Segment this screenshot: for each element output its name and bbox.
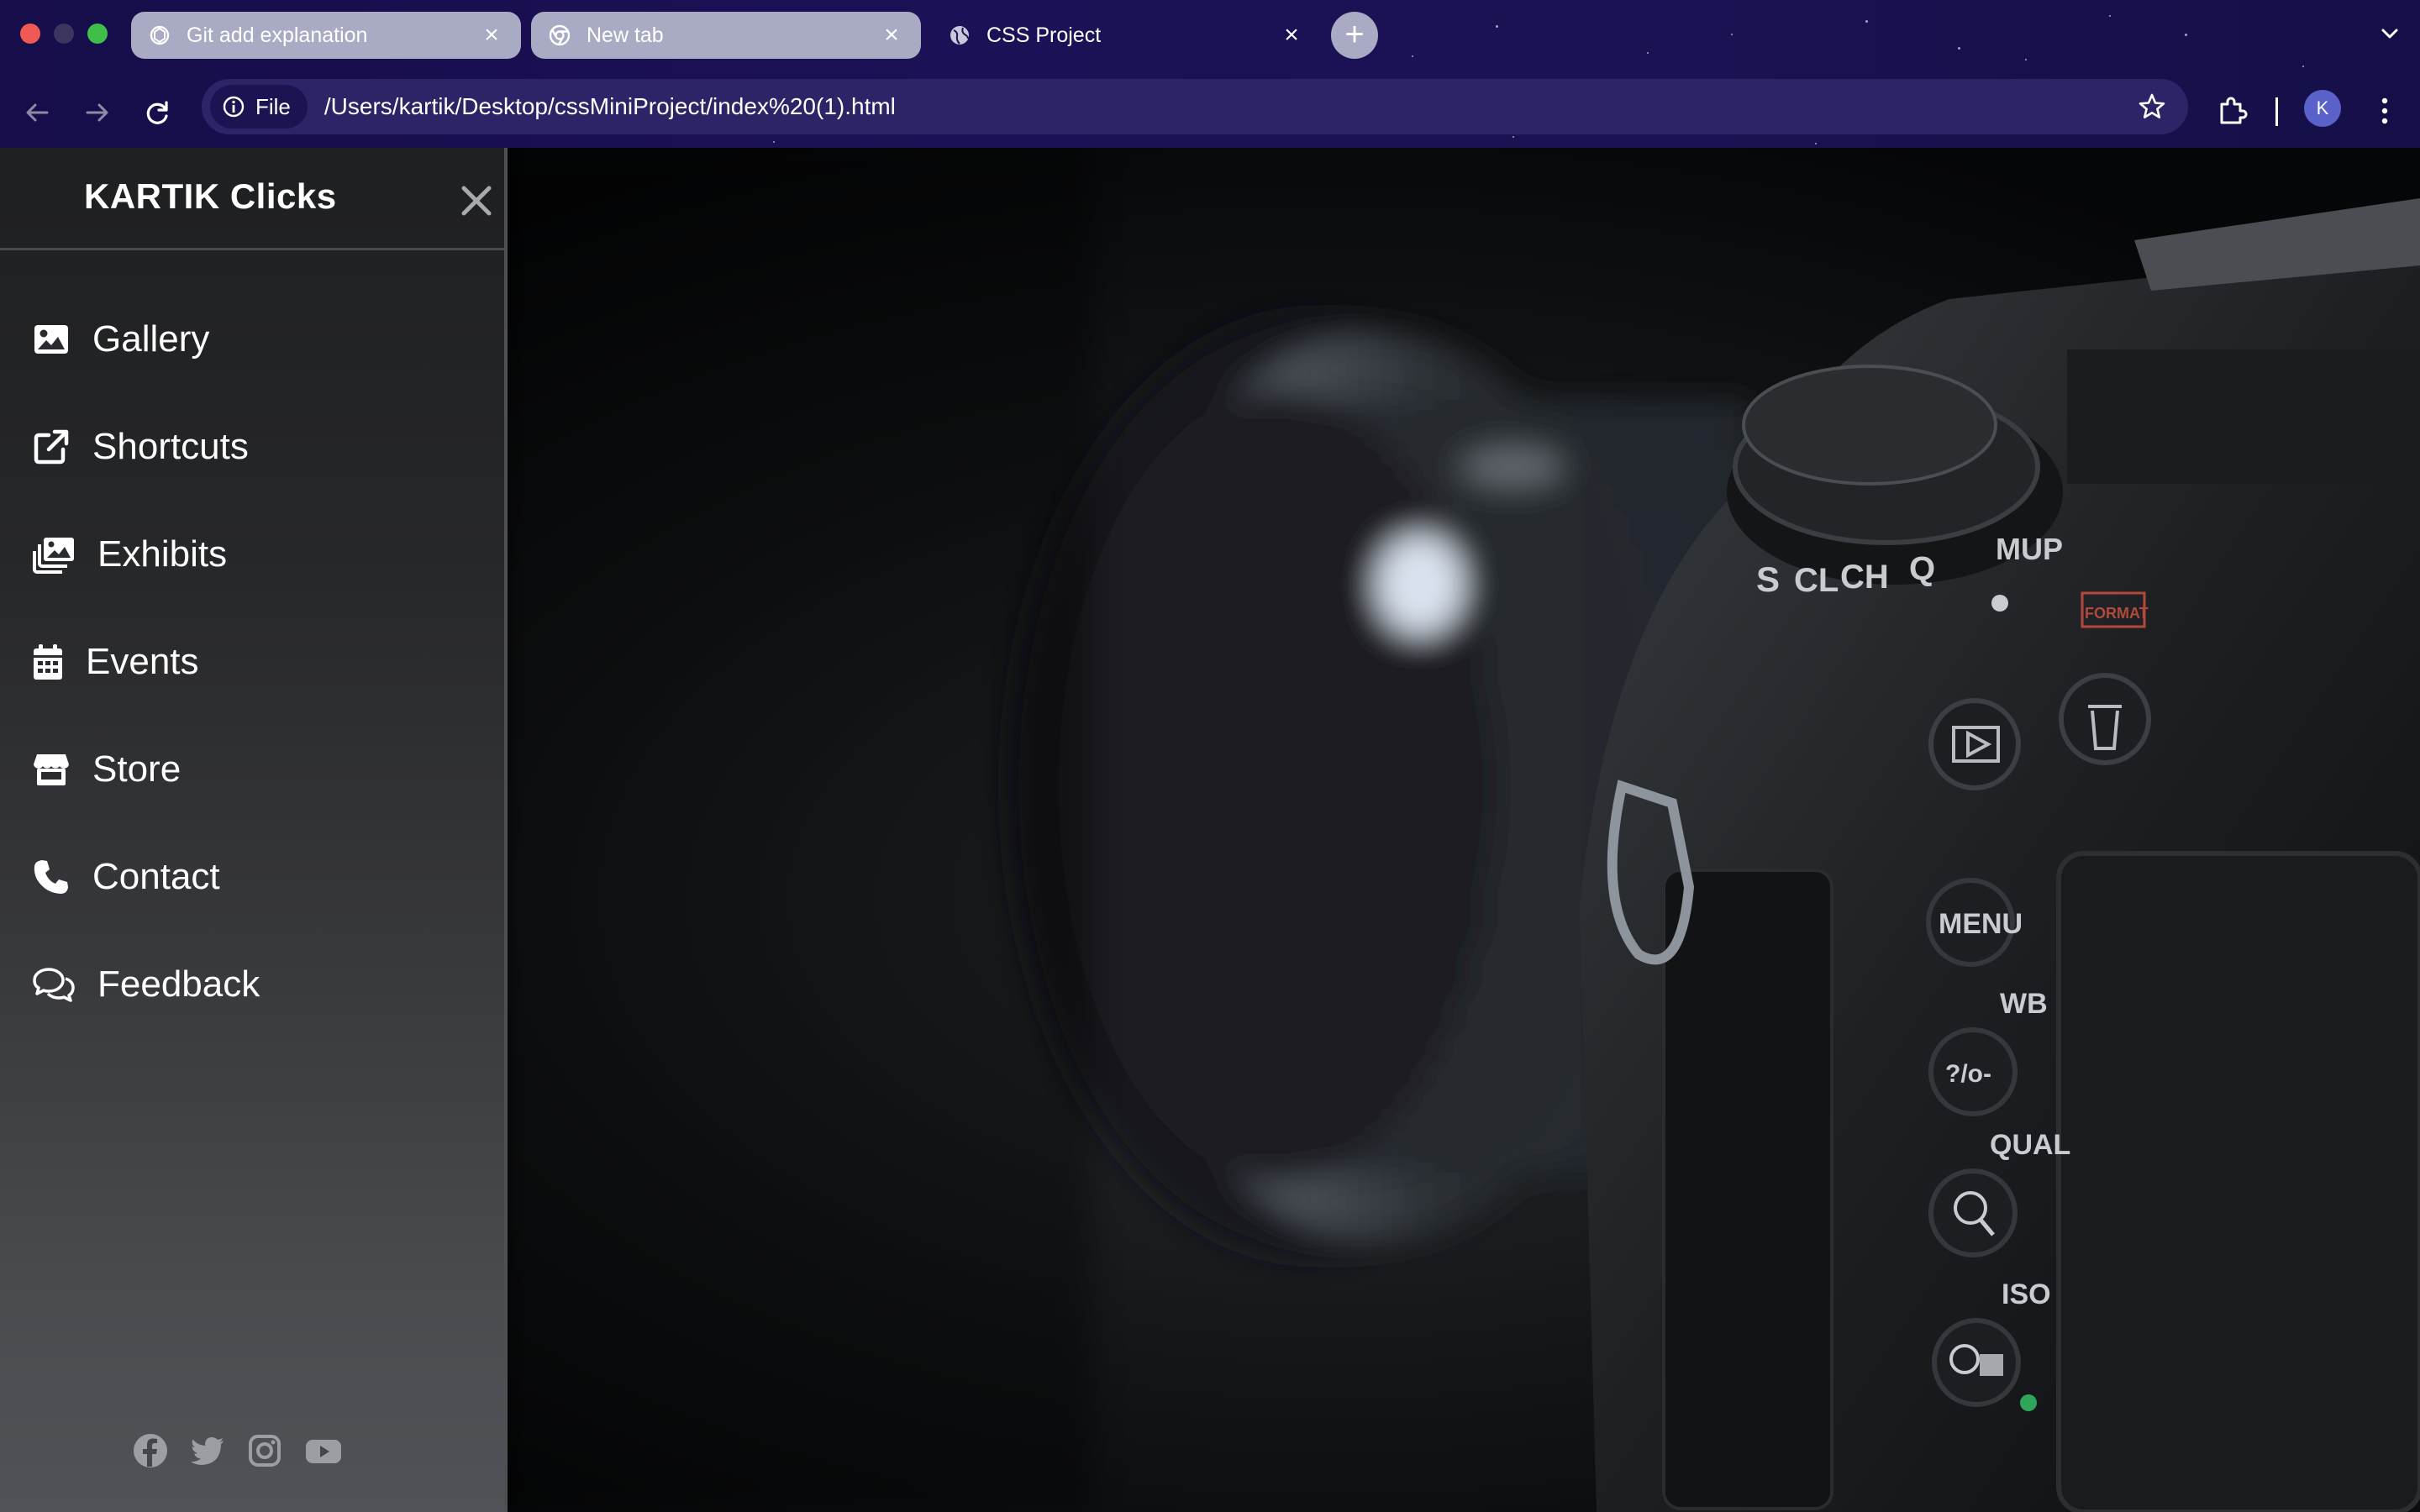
sidebar-item-contact[interactable]: Contact <box>32 852 220 902</box>
toolbar-divider <box>2275 97 2278 126</box>
facebook-icon[interactable] <box>133 1433 168 1468</box>
more-menu-icon[interactable] <box>2366 92 2403 134</box>
image-icon <box>32 320 71 359</box>
sidebar-item-label: Contact <box>92 856 220 897</box>
openai-icon <box>148 24 171 47</box>
sidebar-item-gallery[interactable]: Gallery <box>32 314 209 365</box>
dial-mark: CL <box>1794 562 1839 599</box>
button-label: WB <box>2000 988 2048 1020</box>
dial-mark: CH <box>1840 559 1889 596</box>
tab-close-icon[interactable]: × <box>879 23 904 48</box>
tab-title: New tab <box>587 23 664 47</box>
calendar-icon <box>32 643 64 681</box>
photos-icon <box>32 535 76 574</box>
toolbar: File /Users/kartik/Desktop/cssMiniProjec… <box>0 77 2420 148</box>
store-icon <box>32 750 71 789</box>
sidebar: KARTIK Clicks Gallery Shortcuts Exhibits… <box>0 148 508 1512</box>
site-info-label: File <box>255 93 291 119</box>
twitter-icon[interactable] <box>190 1433 225 1468</box>
info-icon <box>223 96 245 118</box>
sidebar-item-label: Gallery <box>92 318 210 360</box>
window-zoom-button[interactable] <box>87 24 108 44</box>
button-label: ISO <box>2002 1278 2051 1310</box>
button-label: QUAL <box>1990 1129 2070 1161</box>
browser-chrome: Git add explanation × New tab × CSS Proj… <box>0 0 2420 148</box>
tab-close-icon[interactable]: × <box>479 23 504 48</box>
tab-title: Git add explanation <box>187 23 368 47</box>
url-text: /Users/kartik/Desktop/cssMiniProject/ind… <box>324 93 896 119</box>
extensions-icon[interactable] <box>2213 92 2250 134</box>
sidebar-item-store[interactable]: Store <box>32 744 181 795</box>
sidebar-item-events[interactable]: Events <box>32 637 199 687</box>
sidebar-item-label: Events <box>86 641 199 682</box>
sidebar-header: KARTIK Clicks <box>0 148 504 250</box>
sidebar-item-label: Shortcuts <box>92 426 249 467</box>
forward-icon[interactable] <box>77 92 118 133</box>
back-icon[interactable] <box>17 92 57 133</box>
sidebar-item-label: Feedback <box>97 963 260 1005</box>
window-minimize-button[interactable] <box>54 24 74 44</box>
sidebar-item-exhibits[interactable]: Exhibits <box>32 529 227 580</box>
profile-avatar[interactable]: K <box>2304 90 2341 127</box>
close-icon[interactable] <box>459 183 494 218</box>
comments-icon <box>32 965 76 1004</box>
sidebar-item-feedback[interactable]: Feedback <box>32 959 260 1010</box>
tab-close-icon[interactable]: × <box>1279 23 1304 48</box>
window-close-button[interactable] <box>20 24 40 44</box>
address-bar[interactable]: File /Users/kartik/Desktop/cssMiniProjec… <box>202 79 2188 134</box>
dial-mark: MUP <box>1996 532 2063 566</box>
phone-icon <box>32 858 71 896</box>
brand-title: KARTIK Clicks <box>84 176 337 216</box>
youtube-icon[interactable] <box>304 1433 341 1468</box>
button-label: MENU <box>1939 908 2023 940</box>
tab-git-add-explanation[interactable]: Git add explanation × <box>131 12 521 59</box>
dial-mark: Q <box>1909 550 1935 587</box>
tab-new-tab[interactable]: New tab × <box>531 12 921 59</box>
social-links <box>133 1433 341 1468</box>
dial-mark: S <box>1756 559 1780 599</box>
sidebar-item-shortcuts[interactable]: Shortcuts <box>32 422 249 472</box>
webpage: S CL CH Q MUP FORMAT MENU WB ?/o- QUAL I… <box>0 148 2420 1512</box>
external-link-icon <box>32 428 71 466</box>
bookmark-star-icon[interactable] <box>2136 91 2168 123</box>
tab-css-project[interactable]: CSS Project × <box>931 12 1321 59</box>
sidebar-item-label: Exhibits <box>97 533 228 575</box>
globe-icon <box>948 24 971 47</box>
chevron-down-icon[interactable] <box>2375 18 2405 49</box>
sidebar-item-label: Store <box>92 748 182 790</box>
site-info-chip[interactable]: File <box>210 85 308 129</box>
new-tab-button[interactable]: + <box>1331 12 1378 59</box>
tab-title: CSS Project <box>986 23 1102 47</box>
svg-text:?/o-: ?/o- <box>1945 1060 1991 1088</box>
chrome-icon <box>548 24 571 47</box>
reload-icon[interactable] <box>138 92 178 133</box>
instagram-icon[interactable] <box>247 1433 282 1468</box>
format-label: FORMAT <box>2085 605 2149 622</box>
